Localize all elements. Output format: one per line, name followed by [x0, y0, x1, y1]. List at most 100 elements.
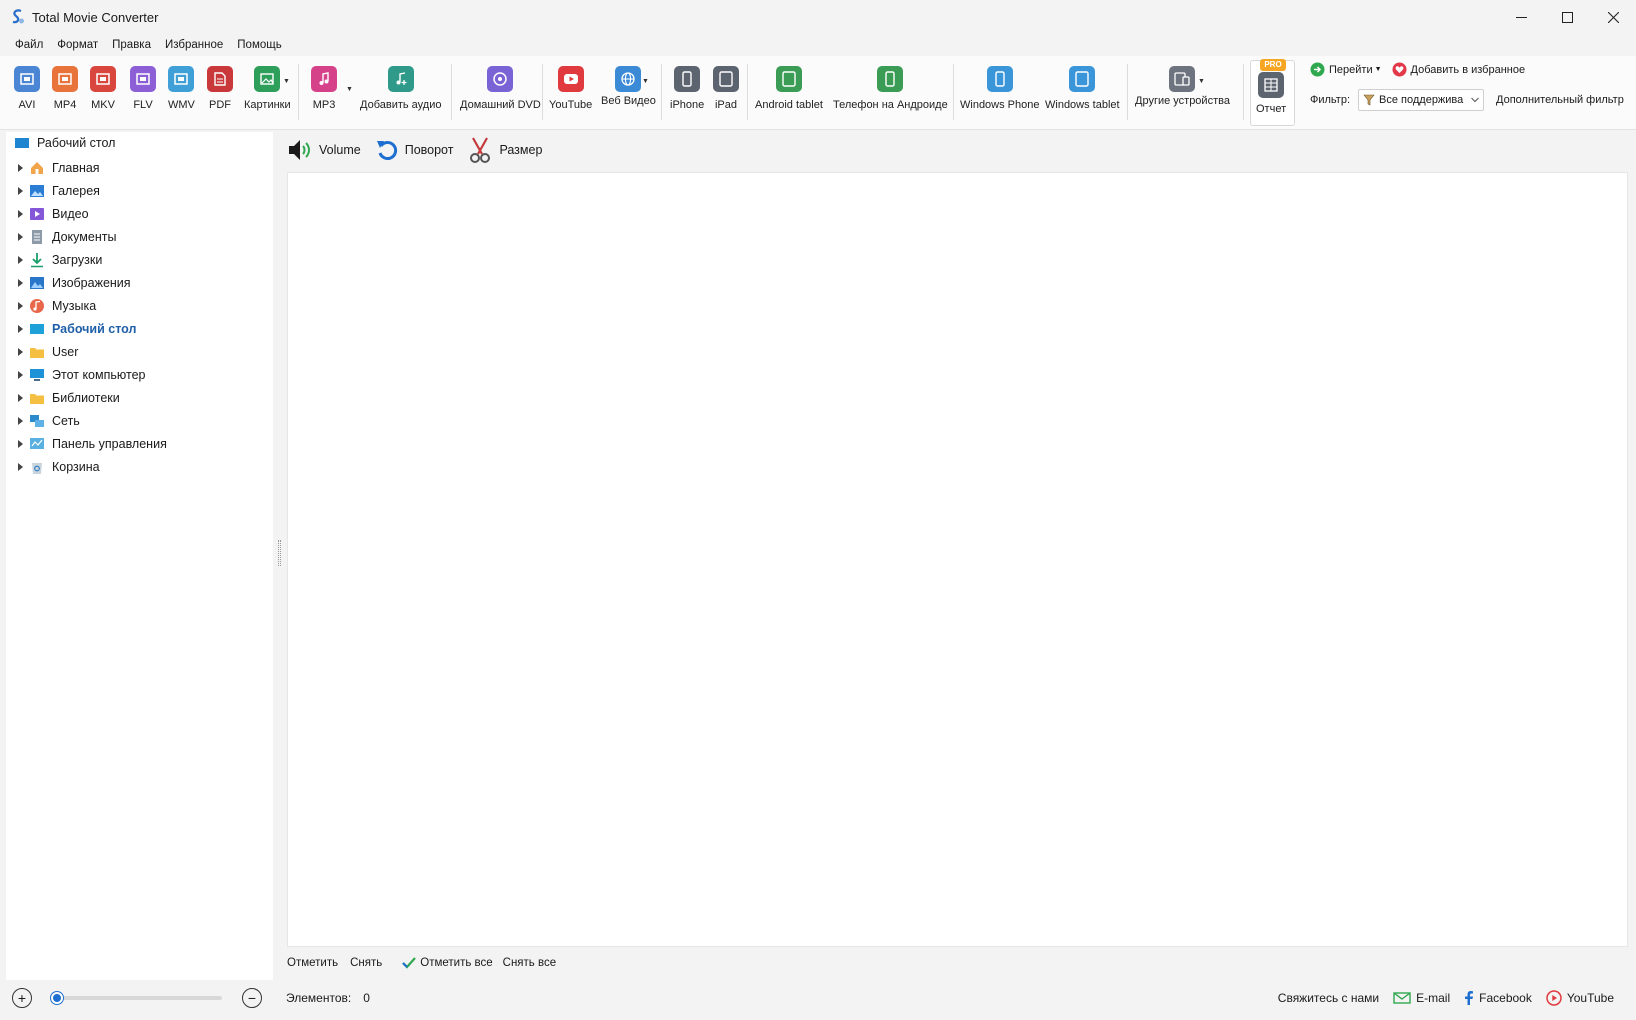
mkv-icon [90, 66, 116, 92]
tree-item-this-pc[interactable]: Этот компьютер [18, 365, 145, 385]
volume-button[interactable]: Volume [287, 138, 361, 162]
action-bar: Volume Поворот Размер [287, 132, 556, 168]
other-devices-dropdown-icon[interactable]: ▼ [1198, 78, 1205, 85]
close-button[interactable] [1590, 0, 1636, 34]
rotate-button[interactable]: Поворот [375, 138, 453, 162]
expand-arrow-icon[interactable] [18, 463, 23, 471]
windows-phone-button[interactable]: Windows Phone [960, 66, 1040, 111]
flv-button[interactable]: FLV [130, 66, 156, 111]
add-favorite-button[interactable]: Добавить в избранное [1411, 64, 1526, 76]
minimize-button[interactable] [1498, 0, 1544, 34]
tree-item-music[interactable]: Музыка [18, 296, 96, 316]
zoom-slider-thumb[interactable] [51, 992, 64, 1004]
expand-arrow-icon[interactable] [18, 417, 23, 425]
check-all-button[interactable]: Отметить все [420, 957, 492, 969]
other-devices-button[interactable]: Другие устройства [1135, 66, 1230, 107]
images-dropdown-icon[interactable]: ▼ [283, 78, 290, 85]
tree-item-video[interactable]: Видео [18, 204, 89, 224]
pro-badge: PRO [1260, 59, 1286, 71]
zoom-slider[interactable] [51, 992, 222, 1004]
mp4-button[interactable]: MP4 [52, 66, 78, 111]
iphone-button[interactable]: iPhone [670, 66, 704, 111]
tree-item-images[interactable]: Изображения [18, 273, 131, 293]
goto-button[interactable]: Перейти [1329, 64, 1373, 76]
tree-item-libraries[interactable]: Библиотеки [18, 388, 120, 408]
pdf-icon [207, 66, 233, 92]
expand-arrow-icon[interactable] [18, 279, 23, 287]
file-list-area[interactable] [287, 172, 1628, 947]
mkv-button[interactable]: MKV [90, 66, 116, 111]
tree-item-gallery[interactable]: Галерея [18, 181, 100, 201]
tree-item-desktop[interactable]: Рабочий стол [18, 319, 136, 339]
check-button[interactable]: Отметить [287, 957, 338, 969]
expand-arrow-icon[interactable] [18, 210, 23, 218]
recycle-bin-icon [32, 463, 42, 474]
expand-arrow-icon[interactable] [18, 440, 23, 448]
web-video-button[interactable]: Веб Видео [601, 66, 656, 107]
goto-dropdown-icon[interactable]: ▼ [1375, 66, 1382, 73]
menu-edit[interactable]: Правка [105, 39, 158, 51]
resize-button[interactable]: Размер [467, 136, 542, 164]
pdf-button[interactable]: PDF [207, 66, 233, 111]
contact-us-link[interactable]: Свяжитесь с нами [1278, 991, 1379, 1005]
menu-favorites[interactable]: Избранное [158, 39, 230, 51]
email-link[interactable]: E-mail [1393, 991, 1450, 1005]
expand-arrow-icon[interactable] [18, 164, 23, 172]
network-icon [30, 415, 44, 427]
tablet-icon [713, 66, 739, 92]
panel-splitter[interactable] [278, 540, 281, 566]
menu-format[interactable]: Формат [50, 39, 105, 51]
uncheck-all-button[interactable]: Снять все [503, 957, 556, 969]
filter-select[interactable]: Все поддержива [1358, 89, 1485, 111]
tree-item-downloads[interactable]: Загрузки [18, 250, 102, 270]
android-tablet-button[interactable]: Android tablet [755, 66, 823, 111]
extra-filter-button[interactable]: Дополнительный фильтр [1496, 94, 1624, 106]
music-note-icon [311, 66, 337, 92]
add-audio-button[interactable]: Добавить аудио [360, 66, 441, 111]
youtube-button[interactable]: YouTube [549, 66, 592, 111]
gallery-icon [30, 185, 44, 197]
tree-item-documents[interactable]: Документы [18, 227, 116, 247]
menu-file[interactable]: Файл [8, 39, 50, 51]
dvd-button[interactable]: Домашний DVD [460, 66, 541, 111]
tree-item-control-panel[interactable]: Панель управления [18, 434, 167, 454]
images-button[interactable]: Картинки [244, 66, 291, 111]
windows-tablet-button[interactable]: Windows tablet [1045, 66, 1120, 111]
status-bar: + − Элементов: 0 Свяжитесь с нами E-mail… [0, 983, 1636, 1013]
contact-links: Свяжитесь с нами E-mail Facebook YouTube [1278, 983, 1614, 1013]
facebook-link[interactable]: Facebook [1464, 991, 1532, 1005]
android-phone-button[interactable]: Телефон на Андроиде [833, 66, 948, 111]
expand-arrow-icon[interactable] [18, 256, 23, 264]
expand-arrow-icon[interactable] [18, 394, 23, 402]
tree-item-recycle-bin[interactable]: Корзина [18, 457, 100, 477]
expand-arrow-icon[interactable] [18, 348, 23, 356]
maximize-button[interactable] [1544, 0, 1590, 34]
checkmark-icon [402, 957, 417, 969]
expand-arrow-icon[interactable] [18, 325, 23, 333]
expand-arrow-icon[interactable] [18, 371, 23, 379]
avi-button[interactable]: AVI [14, 66, 40, 111]
tree-item-home[interactable]: Главная [18, 158, 100, 178]
mp3-button[interactable]: MP3 [311, 66, 337, 111]
expand-arrow-icon[interactable] [18, 187, 23, 195]
youtube-link[interactable]: YouTube [1546, 990, 1614, 1006]
tree-root-desktop[interactable]: Рабочий стол [14, 136, 115, 150]
menu-help[interactable]: Помощь [230, 39, 288, 51]
ipad-button[interactable]: iPad [713, 66, 739, 111]
mp3-dropdown-icon[interactable]: ▼ [346, 86, 353, 93]
zoom-out-button[interactable]: − [242, 988, 262, 1008]
zoom-in-button[interactable]: + [12, 988, 32, 1008]
uncheck-button[interactable]: Снять [350, 957, 382, 969]
tree-item-user[interactable]: User [18, 342, 78, 362]
items-count-value: 0 [363, 991, 370, 1005]
web-video-dropdown-icon[interactable]: ▼ [642, 78, 649, 85]
toolbar-separator [1127, 64, 1128, 120]
rotate-icon [376, 141, 397, 160]
tree-item-network[interactable]: Сеть [18, 411, 80, 431]
wmv-button[interactable]: WMV [168, 66, 195, 111]
plus-icon: + [17, 990, 27, 1006]
expand-arrow-icon[interactable] [18, 233, 23, 241]
main-toolbar: AVI MP4 MKV FLV WMV PDF Картинки ▼ MP3 ▼… [0, 56, 1636, 130]
expand-arrow-icon[interactable] [18, 302, 23, 310]
android-phone-icon [877, 66, 904, 92]
